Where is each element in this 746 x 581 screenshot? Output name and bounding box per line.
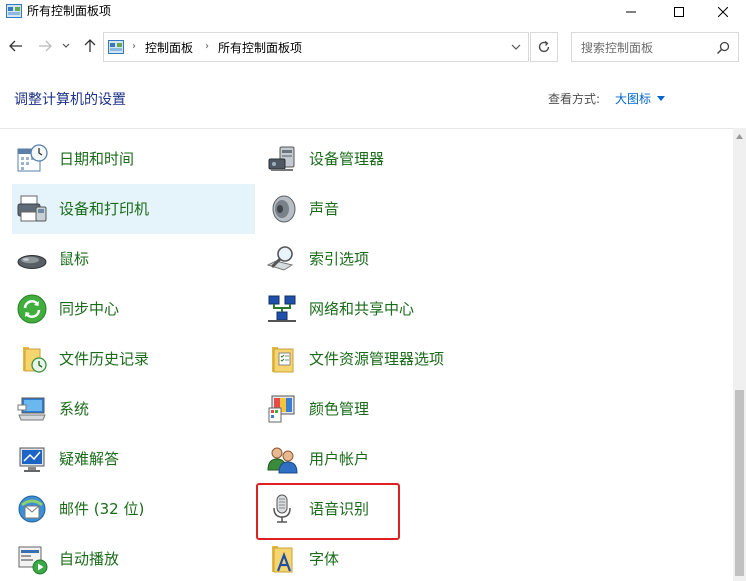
item-system[interactable]: 系统 — [12, 384, 255, 434]
search-box[interactable]: 搜索控制面板 — [571, 32, 739, 62]
item-autoplay[interactable]: 自动播放 — [12, 534, 255, 581]
printer-icon — [17, 195, 47, 222]
chevron-down-icon[interactable] — [510, 41, 522, 53]
item-device-manager[interactable]: 设备管理器 — [262, 134, 505, 184]
device-manager-icon — [268, 146, 295, 171]
item-label: 自动播放 — [59, 550, 120, 568]
chevron-down-icon — [62, 43, 70, 48]
speaker-icon — [272, 195, 296, 223]
item-date-time[interactable]: 日期和时间 — [12, 134, 255, 184]
arrow-left-icon — [9, 40, 22, 52]
scrollbar-thumb[interactable] — [735, 390, 744, 576]
close-button[interactable] — [700, 0, 746, 24]
item-label: 颜色管理 — [309, 400, 370, 418]
item-label: 用户帐户 — [309, 450, 370, 468]
page-title: 调整计算机的设置 — [14, 92, 126, 108]
item-label: 疑难解答 — [59, 450, 120, 468]
item-label: 系统 — [59, 400, 90, 418]
index-search-icon — [266, 246, 294, 271]
item-color-management[interactable]: 颜色管理 — [262, 384, 505, 434]
close-icon — [718, 7, 728, 17]
item-label: 设备和打印机 — [59, 200, 150, 218]
recent-locations-button[interactable] — [59, 36, 73, 56]
title-bar: 所有控制面板项 — [0, 0, 746, 24]
refresh-button[interactable] — [530, 32, 558, 62]
item-mail[interactable]: 邮件 (32 位) — [12, 484, 255, 534]
breadcrumb-all-items[interactable]: 所有控制面板项 — [218, 40, 302, 56]
breadcrumb-separator-icon[interactable]: › — [132, 41, 136, 52]
back-button[interactable] — [6, 36, 26, 56]
item-label: 索引选项 — [309, 250, 370, 268]
control-panel-icon — [108, 40, 124, 54]
item-file-explorer-options[interactable]: 文件资源管理器选项 — [262, 334, 505, 384]
arrow-right-icon — [39, 40, 52, 52]
item-label: 声音 — [309, 200, 340, 218]
item-fonts[interactable]: 字体 — [262, 534, 505, 581]
item-mouse[interactable]: 鼠标 — [12, 234, 255, 284]
window-title: 所有控制面板项 — [27, 4, 112, 18]
address-bar[interactable]: › 控制面板 › 所有控制面板项 — [103, 32, 529, 62]
item-label: 文件资源管理器选项 — [309, 350, 445, 368]
item-sound[interactable]: 声音 — [262, 184, 505, 234]
mouse-icon — [17, 255, 47, 269]
breadcrumb-control-panel[interactable]: 控制面板 — [145, 40, 193, 56]
search-placeholder[interactable]: 搜索控制面板 — [581, 40, 653, 56]
scroll-up-button[interactable] — [733, 128, 746, 145]
file-history-icon — [23, 347, 47, 373]
caret-down-icon[interactable] — [657, 96, 665, 101]
item-label: 日期和时间 — [59, 150, 135, 168]
calendar-clock-icon — [17, 144, 48, 172]
chevron-up-icon — [736, 134, 743, 139]
vertical-scrollbar[interactable] — [733, 128, 746, 581]
search-icon[interactable] — [716, 41, 730, 55]
view-by-label: 查看方式: — [548, 92, 601, 106]
control-panel-icon — [6, 4, 22, 18]
item-label: 设备管理器 — [309, 150, 385, 168]
arrow-up-icon — [84, 39, 96, 52]
maximize-button[interactable] — [656, 0, 702, 24]
maximize-icon — [674, 7, 684, 17]
autoplay-icon — [18, 546, 48, 575]
item-network-sharing[interactable]: 网络和共享中心 — [262, 284, 505, 334]
navigation-bar: › 控制面板 › 所有控制面板项 搜索控制面板 — [0, 28, 746, 66]
item-label: 文件历史记录 — [59, 350, 150, 368]
item-devices-printers[interactable]: 设备和打印机 — [12, 184, 255, 234]
minimize-button[interactable] — [608, 0, 654, 24]
item-label: 同步中心 — [59, 300, 120, 318]
item-label: 鼠标 — [59, 250, 90, 268]
color-management-icon — [268, 395, 295, 423]
breadcrumb-separator-icon[interactable]: › — [205, 41, 209, 52]
item-indexing-options[interactable]: 索引选项 — [262, 234, 505, 284]
sync-icon — [17, 294, 47, 324]
item-label: 邮件 (32 位) — [59, 500, 145, 518]
minimize-icon — [626, 11, 636, 13]
annotation-highlight-box — [256, 483, 400, 540]
troubleshoot-icon — [19, 447, 45, 472]
users-icon — [267, 447, 298, 474]
view-by-dropdown[interactable]: 大图标 — [615, 90, 651, 108]
item-sync-center[interactable]: 同步中心 — [12, 284, 255, 334]
up-button[interactable] — [80, 36, 100, 56]
item-troubleshooting[interactable]: 疑难解答 — [12, 434, 255, 484]
divider — [0, 128, 733, 129]
item-file-history[interactable]: 文件历史记录 — [12, 334, 255, 384]
forward-button[interactable] — [35, 36, 55, 56]
folder-options-icon — [272, 347, 294, 373]
mail-icon — [18, 495, 46, 523]
refresh-icon — [538, 40, 550, 53]
computer-icon — [17, 397, 46, 421]
item-label: 网络和共享中心 — [309, 300, 415, 318]
network-icon — [268, 295, 296, 322]
item-label: 字体 — [309, 550, 340, 568]
fonts-icon — [272, 546, 293, 573]
item-user-accounts[interactable]: 用户帐户 — [262, 434, 505, 484]
